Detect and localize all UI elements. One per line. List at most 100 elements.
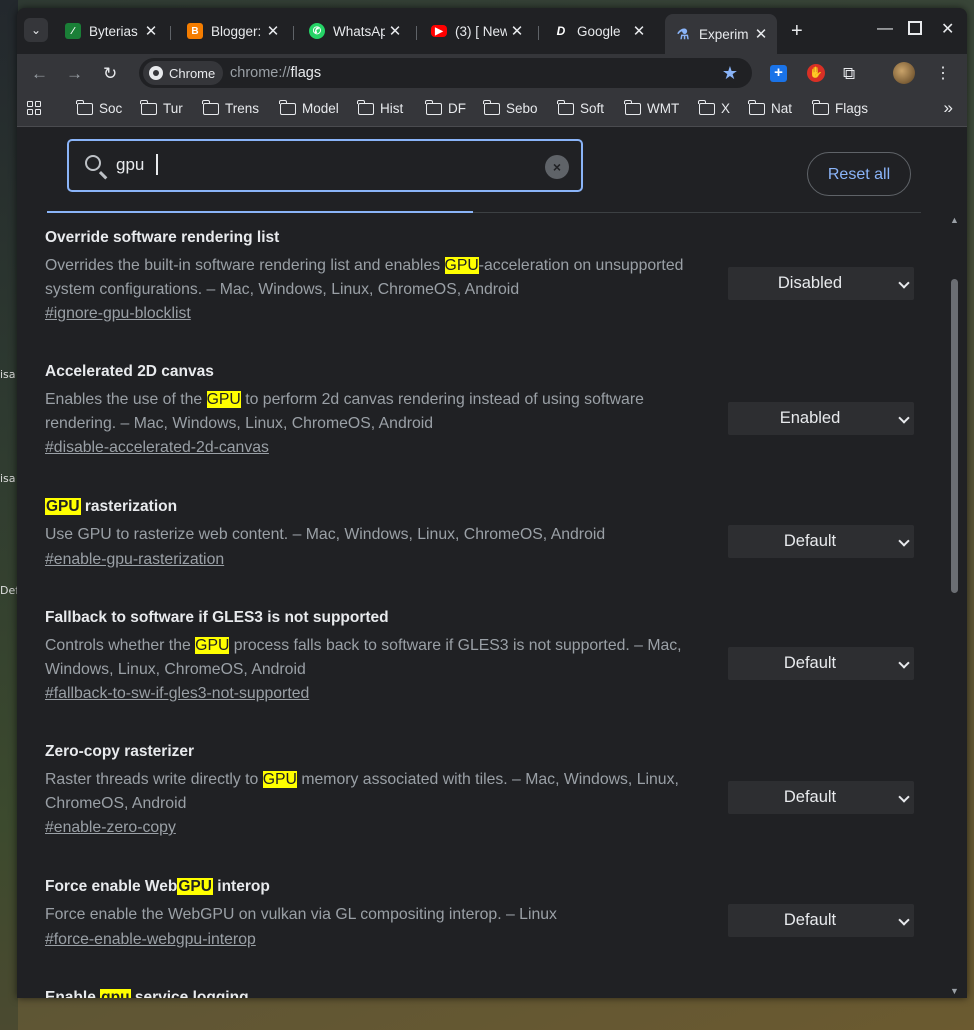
search-input[interactable] xyxy=(116,155,496,175)
close-icon[interactable]: ✕ xyxy=(263,22,283,40)
scroll-down-arrow-icon[interactable]: ▼ xyxy=(950,986,959,996)
flag-search-box[interactable]: × xyxy=(67,139,583,192)
close-icon[interactable]: ✕ xyxy=(629,22,649,40)
folder-icon xyxy=(279,99,296,115)
bookmark-folder[interactable]: Trens xyxy=(202,99,259,116)
menu-button[interactable]: ⋮ xyxy=(935,63,951,83)
flag-item: GPU rasterization Use GPU to rasterize w… xyxy=(45,498,935,569)
close-icon[interactable]: ✕ xyxy=(141,22,161,40)
flags-header: × Reset all xyxy=(17,127,967,213)
flag-permalink[interactable]: #force-enable-webgpu-interop xyxy=(45,931,256,949)
arrow-right-icon: → xyxy=(66,64,83,83)
tab-whatsapp[interactable]: ✆ WhatsAp ✕ xyxy=(299,16,411,46)
close-window-button[interactable]: ✕ xyxy=(941,19,954,39)
folder-icon xyxy=(357,99,374,115)
kebab-menu-icon: ⋮ xyxy=(935,65,951,82)
extensions-button[interactable]: ⧉ xyxy=(843,64,855,84)
bookmark-folder[interactable]: DF xyxy=(425,99,466,116)
folder-icon xyxy=(483,99,500,115)
chrome-icon xyxy=(149,66,163,80)
flag-name: Accelerated 2D canvas xyxy=(45,363,214,380)
bookmark-folder[interactable]: Flags xyxy=(812,99,868,116)
minimize-button[interactable]: — xyxy=(877,20,893,38)
forward-button[interactable]: → xyxy=(66,64,83,84)
bookmark-folder[interactable]: Soft xyxy=(557,99,604,116)
bookmark-folder[interactable]: Model xyxy=(279,99,339,116)
flag-permalink[interactable]: #fallback-to-sw-if-gles3-not-supported xyxy=(45,685,309,703)
flag-permalink[interactable]: #ignore-gpu-blocklist xyxy=(45,305,191,323)
chevron-down-icon xyxy=(898,277,910,289)
flag-state-select[interactable]: Default xyxy=(728,647,914,680)
flag-state-select[interactable]: Default xyxy=(728,781,914,814)
flag-item: Override software rendering list Overrid… xyxy=(45,229,935,323)
flag-permalink[interactable]: #enable-zero-copy xyxy=(45,819,176,837)
flag-permalink[interactable]: #enable-gpu-rasterization xyxy=(45,551,224,569)
chip-label: Chrome xyxy=(169,65,216,81)
flag-state-select[interactable]: Default xyxy=(728,904,914,937)
site-info-chip[interactable]: Chrome xyxy=(143,61,224,85)
bookmark-folder[interactable]: Tur xyxy=(140,99,183,116)
clear-search-button[interactable]: × xyxy=(545,155,569,179)
tab-search-button[interactable]: ⌄ xyxy=(24,18,48,42)
plus-icon: + xyxy=(774,64,783,81)
maximize-button[interactable] xyxy=(908,21,922,35)
bookmark-folder[interactable]: Hist xyxy=(357,99,403,116)
flag-state-select[interactable]: Default xyxy=(728,525,914,558)
reset-all-button[interactable]: Reset all xyxy=(807,152,911,196)
folder-icon xyxy=(557,99,574,115)
scroll-up-arrow-icon[interactable]: ▲ xyxy=(950,215,959,225)
url-host: flags xyxy=(290,65,322,81)
flag-description: Force enable the WebGPU on vulkan via GL… xyxy=(45,906,557,923)
flag-description: Enables the use of the GPU to perform 2d… xyxy=(45,391,644,432)
tab-blogger[interactable]: B Blogger: ✕ xyxy=(177,16,289,46)
tab-experiments[interactable]: ⚗ Experim ✕ xyxy=(665,14,777,54)
tab-title: Experim xyxy=(699,26,749,42)
bookmark-folder[interactable]: X xyxy=(698,99,730,116)
scrollbar-thumb[interactable] xyxy=(951,279,958,593)
tab-strip: ⌄ ∕ Byterias ✕ B Blogger: ✕ ✆ WhatsAp ✕ … xyxy=(17,8,967,54)
flag-name: GPU rasterization xyxy=(45,498,178,515)
close-icon[interactable]: ✕ xyxy=(751,25,771,43)
youtube-icon: ▶ xyxy=(431,25,447,37)
flag-description: Overrides the built-in software renderin… xyxy=(45,257,684,298)
search-icon xyxy=(85,155,101,171)
flag-permalink[interactable]: #disable-accelerated-2d-canvas xyxy=(45,439,269,457)
folder-icon xyxy=(425,99,442,115)
minimize-icon: — xyxy=(877,20,893,37)
url-text[interactable]: chrome://flags xyxy=(230,65,321,81)
page-scrollbar[interactable]: ▲ ▼ xyxy=(947,213,961,998)
bookmark-folder[interactable]: Soc xyxy=(76,99,122,116)
tab-google[interactable]: D Google ✕ xyxy=(543,16,655,46)
folder-icon xyxy=(76,99,93,115)
bookmark-folder[interactable]: Sebo xyxy=(483,99,538,116)
new-tab-button[interactable]: + xyxy=(791,20,803,43)
profile-avatar[interactable] xyxy=(893,62,915,84)
tab-title: (3) [ New xyxy=(455,23,507,39)
flag-description: Raster threads write directly to GPU mem… xyxy=(45,771,679,812)
bookmark-star-button[interactable]: ★ xyxy=(722,63,738,84)
tab-title: Google xyxy=(577,23,621,39)
apps-icon[interactable] xyxy=(27,101,41,115)
chevron-down-icon: ⌄ xyxy=(30,23,42,37)
extension-plus-button[interactable]: + xyxy=(770,65,787,82)
tab-divider xyxy=(293,26,294,40)
bookmark-folder[interactable]: WMT xyxy=(624,99,679,116)
address-bar[interactable]: Chrome chrome://flags ★ xyxy=(139,58,752,88)
extension-adblock-button[interactable]: ✋ xyxy=(807,64,825,82)
flag-state-select[interactable]: Disabled xyxy=(728,267,914,300)
flag-state-select[interactable]: Enabled xyxy=(728,402,914,435)
tab-byterias[interactable]: ∕ Byterias ✕ xyxy=(55,16,167,46)
bookmark-folder[interactable]: Nat xyxy=(748,99,792,116)
reload-icon: ↻ xyxy=(103,64,118,83)
tab-title: WhatsAp xyxy=(333,23,385,39)
bookmarks-overflow-button[interactable]: » xyxy=(944,98,953,118)
close-icon: ✕ xyxy=(941,21,955,38)
tab-youtube[interactable]: ▶ (3) [ New ✕ xyxy=(421,16,533,46)
close-icon[interactable]: ✕ xyxy=(385,22,405,40)
back-button[interactable]: ← xyxy=(31,64,48,84)
tab-divider xyxy=(416,26,417,40)
text-caret xyxy=(156,154,158,175)
reload-button[interactable]: ↻ xyxy=(103,64,117,84)
flag-item: Fallback to software if GLES3 is not sup… xyxy=(45,609,935,703)
close-icon[interactable]: ✕ xyxy=(507,22,527,40)
